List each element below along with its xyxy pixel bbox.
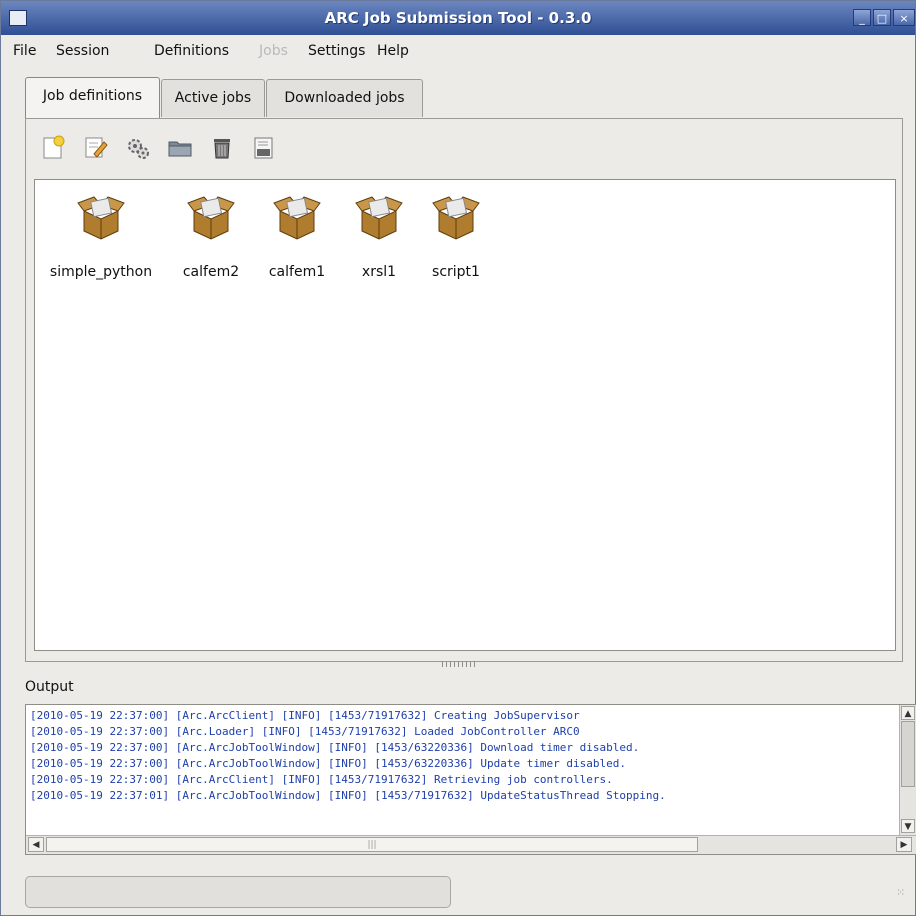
gears-icon[interactable] [125, 135, 151, 161]
title-bar[interactable]: ARC Job Submission Tool - 0.3.0 _ □ × [1, 1, 915, 35]
package-icon [431, 191, 481, 241]
window-title: ARC Job Submission Tool - 0.3.0 [324, 9, 592, 27]
horizontal-scrollbar[interactable]: ◀ ||| ▶ [26, 835, 916, 854]
log-line: [2010-05-19 22:37:00] [Arc.Loader] [INFO… [30, 725, 580, 738]
scroll-right-icon[interactable]: ▶ [896, 837, 912, 852]
tab-downloaded-jobs[interactable]: Downloaded jobs [266, 79, 423, 117]
log-line: [2010-05-19 22:37:01] [Arc.ArcJobToolWin… [30, 789, 666, 802]
menu-session[interactable]: Session [56, 43, 109, 59]
horizontal-scroll-thumb[interactable]: ||| [46, 837, 698, 852]
package-icon [354, 191, 404, 241]
minimize-icon[interactable]: _ [853, 9, 871, 26]
menu-bar: File Session Definitions Jobs Settings H… [1, 35, 915, 67]
status-field [25, 876, 451, 908]
menu-jobs[interactable]: Jobs [259, 43, 288, 59]
splitter-handle[interactable] [442, 661, 478, 667]
job-label: simple_python [49, 264, 153, 280]
tab-active-jobs[interactable]: Active jobs [161, 79, 265, 117]
package-icon [272, 191, 322, 241]
folder-icon[interactable] [167, 135, 193, 161]
menu-help[interactable]: Help [377, 43, 409, 59]
menu-file[interactable]: File [13, 43, 36, 59]
scroll-up-icon[interactable]: ▲ [901, 706, 915, 720]
vertical-scroll-thumb[interactable] [901, 721, 915, 787]
job-label: script1 [432, 264, 480, 280]
output-log[interactable]: [2010-05-19 22:37:00] [Arc.ArcClient] [I… [25, 704, 916, 855]
job-item-simple-python[interactable]: simple_python [46, 191, 156, 291]
log-line: [2010-05-19 22:37:00] [Arc.ArcJobToolWin… [30, 741, 640, 754]
menu-settings[interactable]: Settings [308, 43, 365, 59]
trash-icon[interactable] [209, 135, 235, 161]
menu-definitions[interactable]: Definitions [154, 43, 229, 59]
app-window: ARC Job Submission Tool - 0.3.0 _ □ × Fi… [0, 0, 916, 916]
new-document-icon[interactable] [41, 135, 67, 161]
package-icon [76, 191, 126, 241]
scroll-left-icon[interactable]: ◀ [28, 837, 44, 852]
log-line: [2010-05-19 22:37:00] [Arc.ArcJobToolWin… [30, 757, 627, 770]
job-item-script1[interactable]: script1 [401, 191, 511, 291]
log-line: [2010-05-19 22:37:00] [Arc.ArcClient] [I… [30, 773, 613, 786]
scroll-down-icon[interactable]: ▼ [901, 819, 915, 833]
package-icon [186, 191, 236, 241]
maximize-icon[interactable]: □ [873, 9, 891, 26]
output-label: Output [25, 679, 74, 695]
close-icon[interactable]: × [893, 9, 915, 26]
log-line: [2010-05-19 22:37:00] [Arc.ArcClient] [I… [30, 709, 580, 722]
edit-icon[interactable] [83, 135, 109, 161]
xrsl-icon[interactable] [251, 135, 277, 161]
resize-grip-icon[interactable]: ⁙ [896, 886, 905, 899]
vertical-scrollbar[interactable]: ▲ ▼ [899, 705, 916, 836]
tab-job-definitions[interactable]: Job definitions [25, 77, 160, 118]
